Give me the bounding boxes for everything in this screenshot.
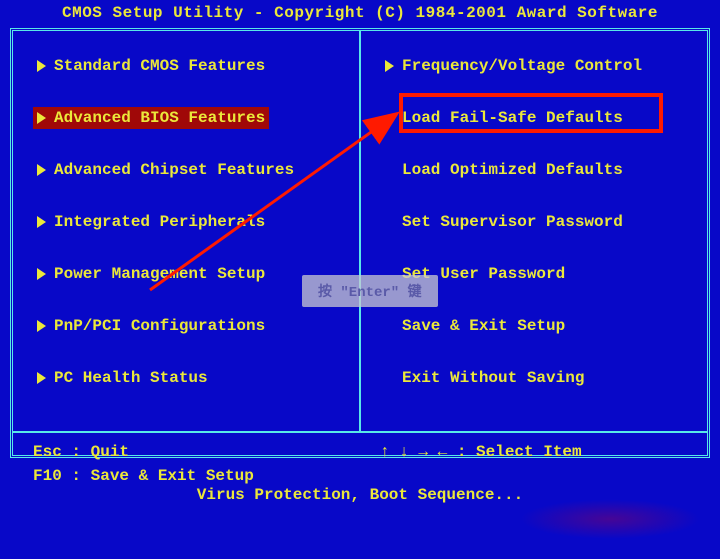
menu-user-password[interactable]: Set User Password bbox=[398, 263, 695, 285]
triangle-icon bbox=[37, 60, 46, 72]
menu-exit-without-saving[interactable]: Exit Without Saving bbox=[398, 367, 695, 389]
right-column: Frequency/Voltage Control Load Fail-Safe… bbox=[361, 31, 707, 431]
menu-label: PC Health Status bbox=[54, 369, 208, 387]
main-panel: Standard CMOS Features Advanced BIOS Fea… bbox=[10, 28, 710, 458]
triangle-icon bbox=[385, 60, 394, 72]
menu-standard-cmos[interactable]: Standard CMOS Features bbox=[33, 55, 347, 77]
menu-label: PnP/PCI Configurations bbox=[54, 317, 265, 335]
menu-label: Save & Exit Setup bbox=[402, 317, 565, 335]
help-esc: Esc : Quit bbox=[33, 443, 340, 461]
menu-label: Frequency/Voltage Control bbox=[402, 57, 642, 75]
menu-load-failsafe[interactable]: Load Fail-Safe Defaults bbox=[398, 107, 695, 129]
help-f10: F10 : Save & Exit Setup bbox=[33, 467, 340, 485]
menu-label: Advanced BIOS Features bbox=[54, 109, 265, 127]
help-right: ↑ ↓ → ← : Select Item bbox=[340, 443, 687, 491]
help-select: ↑ ↓ → ← : Select Item bbox=[380, 443, 687, 461]
annotation-tooltip: 按 "Enter" 键 bbox=[302, 275, 438, 307]
triangle-icon bbox=[37, 372, 46, 384]
menu-pc-health[interactable]: PC Health Status bbox=[33, 367, 347, 389]
menu-label: Power Management Setup bbox=[54, 265, 265, 283]
menu-load-optimized[interactable]: Load Optimized Defaults bbox=[398, 159, 695, 181]
menu-supervisor-password[interactable]: Set Supervisor Password bbox=[398, 211, 695, 233]
menu-advanced-bios[interactable]: Advanced BIOS Features bbox=[33, 107, 269, 129]
menu-label: Set Supervisor Password bbox=[402, 213, 623, 231]
menu-pnp-pci[interactable]: PnP/PCI Configurations bbox=[33, 315, 347, 337]
triangle-icon bbox=[37, 216, 46, 228]
left-column: Standard CMOS Features Advanced BIOS Fea… bbox=[13, 31, 359, 431]
menu-label: Standard CMOS Features bbox=[54, 57, 265, 75]
triangle-icon bbox=[37, 164, 46, 176]
triangle-icon bbox=[37, 112, 46, 124]
triangle-icon bbox=[37, 268, 46, 280]
menu-area: Standard CMOS Features Advanced BIOS Fea… bbox=[13, 31, 707, 431]
menu-label: Load Optimized Defaults bbox=[402, 161, 623, 179]
menu-power-management[interactable]: Power Management Setup bbox=[33, 263, 347, 285]
menu-frequency-voltage[interactable]: Frequency/Voltage Control bbox=[381, 55, 695, 77]
menu-label: Advanced Chipset Features bbox=[54, 161, 294, 179]
menu-advanced-chipset[interactable]: Advanced Chipset Features bbox=[33, 159, 347, 181]
menu-save-exit[interactable]: Save & Exit Setup bbox=[398, 315, 695, 337]
menu-label: Integrated Peripherals bbox=[54, 213, 265, 231]
bios-title: CMOS Setup Utility - Copyright (C) 1984-… bbox=[0, 0, 720, 28]
menu-label: Load Fail-Safe Defaults bbox=[402, 109, 623, 127]
menu-label: Exit Without Saving bbox=[402, 369, 584, 387]
menu-integrated-peripherals[interactable]: Integrated Peripherals bbox=[33, 211, 347, 233]
triangle-icon bbox=[37, 320, 46, 332]
help-left: Esc : Quit F10 : Save & Exit Setup bbox=[33, 443, 340, 491]
